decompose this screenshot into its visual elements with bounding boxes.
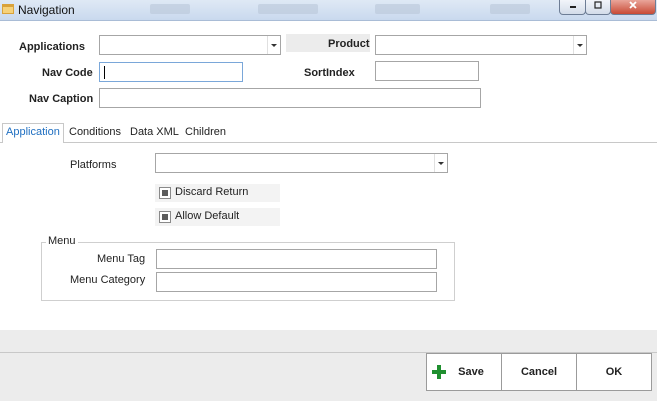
product-label: Product <box>328 38 370 50</box>
plus-icon <box>432 365 446 379</box>
platforms-combobox[interactable] <box>155 153 448 173</box>
save-button-label: Save <box>458 366 484 378</box>
nav-caption-label: Nav Caption <box>29 93 94 105</box>
allow-default-checkbox-row[interactable]: Allow Default <box>155 208 280 226</box>
window-title: Navigation <box>18 3 75 17</box>
navigation-app-icon <box>2 4 14 14</box>
product-combobox[interactable] <box>375 35 587 55</box>
menu-category-label: Menu Category <box>70 274 146 286</box>
nav-code-label: Nav Code <box>42 67 93 79</box>
menu-group-box: Menu Menu Tag Menu Category <box>41 235 455 301</box>
allow-default-label: Allow Default <box>175 210 240 222</box>
applications-label: Applications <box>19 41 86 53</box>
title-bar-ghost <box>150 4 190 14</box>
discard-return-label: Discard Return <box>175 186 249 198</box>
tab-application[interactable]: Application <box>2 123 64 144</box>
close-button[interactable] <box>610 0 656 15</box>
cancel-button[interactable]: Cancel <box>501 353 577 391</box>
sort-index-input[interactable] <box>375 61 479 81</box>
ok-button-label: OK <box>605 366 623 378</box>
minimize-button[interactable] <box>559 0 586 15</box>
maximize-button[interactable] <box>585 0 611 15</box>
text-caret <box>104 66 105 79</box>
nav-caption-input[interactable] <box>99 88 481 108</box>
applications-combobox[interactable] <box>99 35 281 55</box>
chevron-down-icon[interactable] <box>267 36 280 54</box>
platforms-label: Platforms <box>70 159 117 171</box>
sort-index-label: SortIndex <box>304 67 355 79</box>
nav-code-input[interactable] <box>99 62 243 82</box>
menu-tag-label: Menu Tag <box>97 253 146 265</box>
chevron-down-icon[interactable] <box>434 154 447 172</box>
title-bar: Navigation <box>0 0 657 21</box>
title-bar-ghost <box>375 4 420 14</box>
cancel-button-label: Cancel <box>520 366 558 378</box>
ok-button[interactable]: OK <box>576 353 652 391</box>
discard-return-checkbox-row[interactable]: Discard Return <box>155 184 280 202</box>
menu-category-input[interactable] <box>156 272 437 292</box>
discard-return-checkbox[interactable] <box>159 187 171 199</box>
tab-conditions[interactable]: Conditions <box>66 124 124 142</box>
title-bar-ghost <box>490 4 530 14</box>
allow-default-checkbox[interactable] <box>159 211 171 223</box>
close-icon <box>629 1 637 9</box>
menu-group-label: Menu <box>46 235 78 247</box>
minimize-icon <box>569 6 576 8</box>
tab-data-xml[interactable]: Data XML <box>127 124 182 142</box>
save-button[interactable]: Save <box>426 353 502 391</box>
chevron-down-icon[interactable] <box>573 36 586 54</box>
title-bar-ghost <box>258 4 318 14</box>
maximize-icon <box>594 1 602 9</box>
menu-tag-input[interactable] <box>156 249 437 269</box>
tab-children[interactable]: Children <box>182 124 229 142</box>
